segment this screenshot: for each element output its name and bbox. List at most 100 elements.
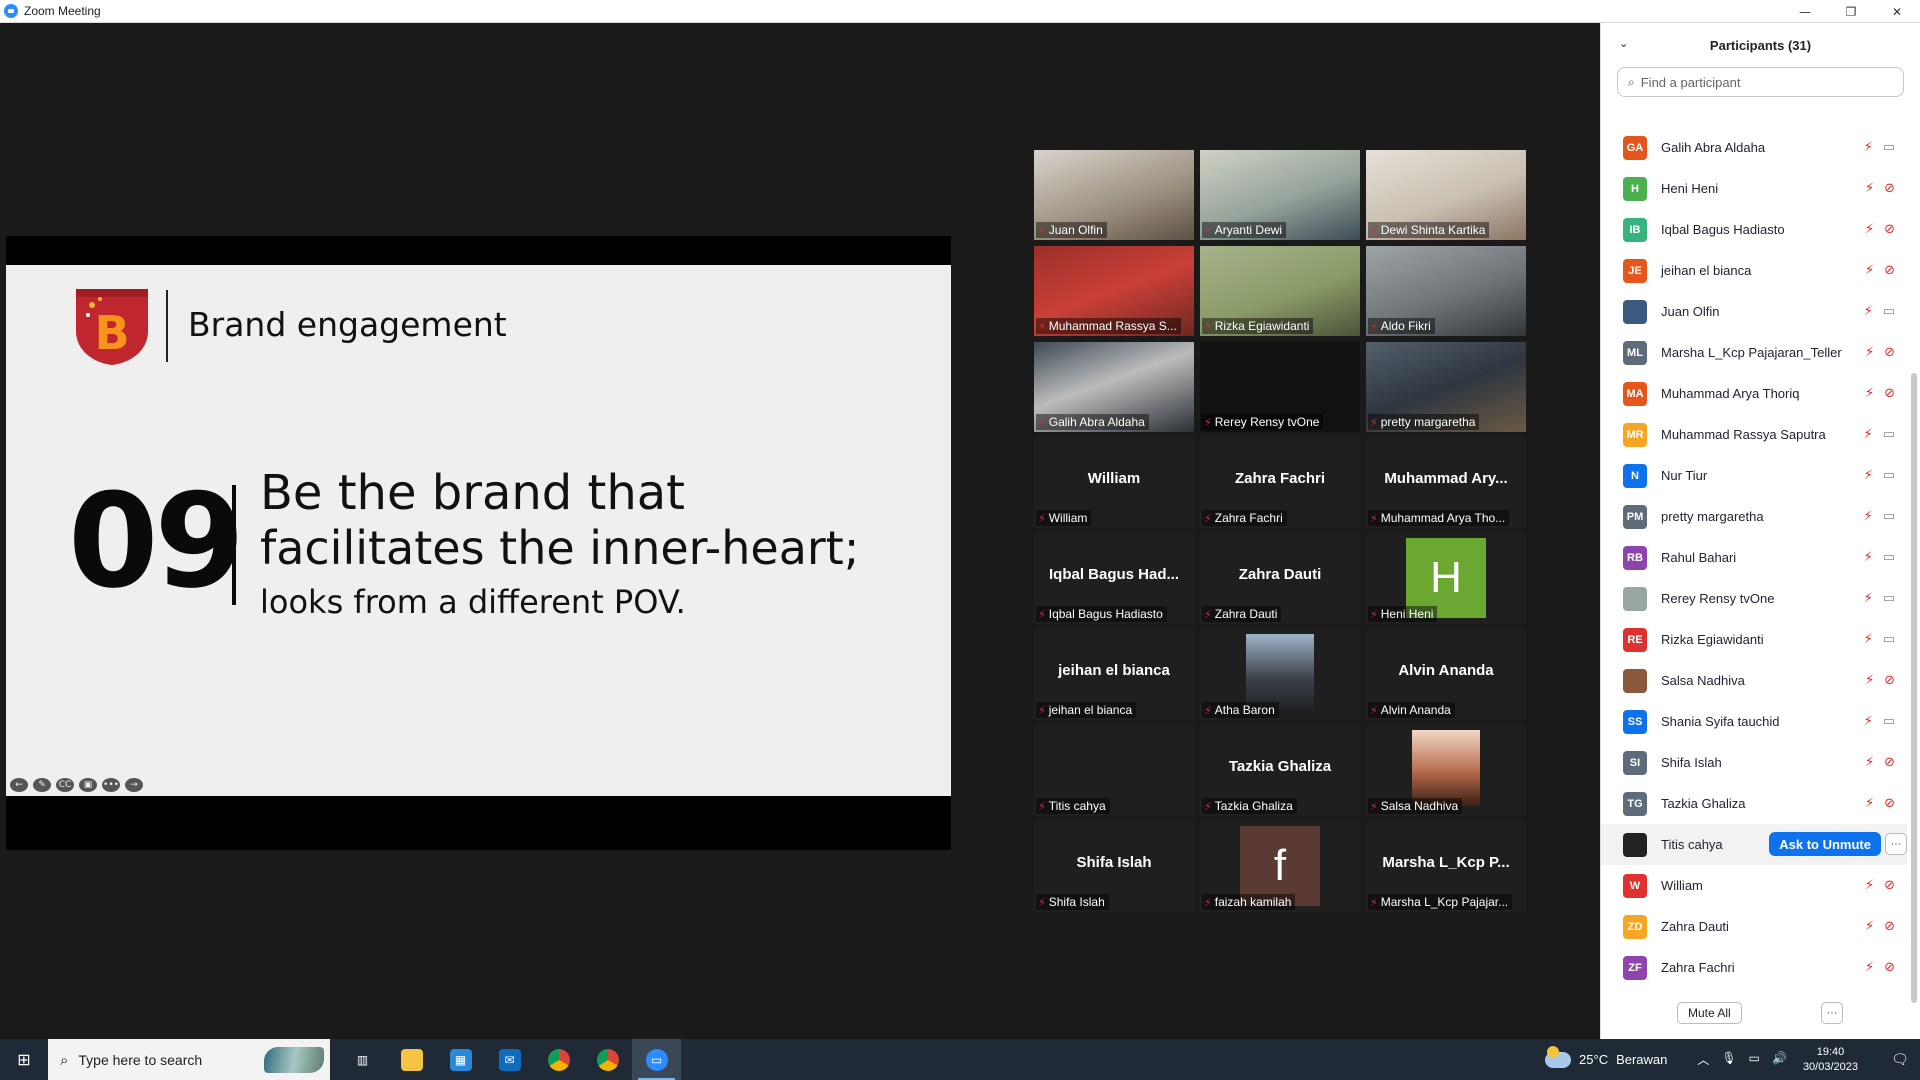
participant-row[interactable]: ZF Zahra Fachri ⚡ ⊘ <box>1601 947 1907 988</box>
participant-row[interactable]: TG Tazkia Ghaliza ⚡ ⊘ <box>1601 783 1907 824</box>
mute-all-button[interactable]: Mute All <box>1677 1002 1742 1024</box>
more-options-icon[interactable]: ••• <box>102 778 120 792</box>
video-tile[interactable]: Iqbal Bagus Had... ⚡ Iqbal Bagus Hadiasto <box>1034 534 1194 624</box>
file-explorer-icon[interactable] <box>387 1039 436 1080</box>
video-tile[interactable]: Tazkia Ghaliza ⚡ Tazkia Ghaliza <box>1200 726 1360 816</box>
muted-mic-icon: ⚡ <box>1863 591 1873 606</box>
zoom-taskbar-icon[interactable]: ▭ <box>632 1039 681 1080</box>
microsoft-store-icon[interactable]: ▦ <box>436 1039 485 1080</box>
close-button[interactable]: ✕ <box>1874 0 1920 23</box>
participant-row[interactable]: Salsa Nadhiva ⚡ ⊘ <box>1601 660 1907 701</box>
participant-row[interactable]: H Heni Heni ⚡ ⊘ <box>1601 168 1907 209</box>
chrome-icon[interactable] <box>534 1039 583 1080</box>
video-tile[interactable]: ⚡ Rerey Rensy tvOne <box>1200 342 1360 432</box>
notification-icon[interactable]: 🗨 <box>1880 1039 1920 1080</box>
volume-icon[interactable]: 🔊 <box>1772 1051 1787 1068</box>
video-tile[interactable]: Shifa Islah ⚡ Shifa Islah <box>1034 822 1194 912</box>
more-options-button[interactable]: ··· <box>1821 1002 1843 1024</box>
participant-search-input[interactable] <box>1640 74 1881 90</box>
next-slide-icon[interactable]: → <box>125 778 143 792</box>
tile-name-label: ⚡ Aldo Fikri <box>1368 318 1435 334</box>
camera-off-icon[interactable]: ▣ <box>79 778 97 792</box>
minimize-button[interactable]: — <box>1782 0 1828 23</box>
video-tile[interactable]: ⚡ Galih Abra Aldaha <box>1034 342 1194 432</box>
participant-row[interactable]: N Nur Tiur ⚡ ▭ <box>1601 455 1907 496</box>
participant-avatar: ZD <box>1623 914 1647 939</box>
tile-label-text: Atha Baron <box>1214 703 1275 717</box>
video-tile[interactable]: Zahra Dauti ⚡ Zahra Dauti <box>1200 534 1360 624</box>
participant-row[interactable]: Rerey Rensy tvOne ⚡ ▭ <box>1601 578 1907 619</box>
participant-row[interactable]: ML Marsha L_Kcp Pajajaran_Teller ⚡ ⊘ <box>1601 332 1907 373</box>
participant-name: Marsha L_Kcp Pajajaran_Teller <box>1661 345 1842 360</box>
participant-row[interactable]: RB Rahul Bahari ⚡ ▭ <box>1601 537 1907 578</box>
participant-avatar: N <box>1623 463 1647 488</box>
chrome-profile-icon[interactable] <box>583 1039 632 1080</box>
clock[interactable]: 19:40 30/03/2023 <box>1803 1045 1858 1075</box>
microphone-icon[interactable]: 🎙 <box>1721 1051 1736 1068</box>
video-tile[interactable]: ⚡ Aldo Fikri <box>1366 246 1526 336</box>
participant-list-scrollbar[interactable] <box>1910 123 1918 1003</box>
participant-row[interactable]: W William ⚡ ⊘ <box>1601 865 1907 906</box>
windows-start-icon[interactable]: ⊞ <box>0 1039 48 1080</box>
video-tile[interactable]: ⚡ Dewi Shinta Kartika <box>1366 150 1526 240</box>
video-tile[interactable]: ⚡ Salsa Nadhiva <box>1366 726 1526 816</box>
participant-row[interactable]: JE jeihan el bianca ⚡ ⊘ <box>1601 250 1907 291</box>
video-tile[interactable]: ⚡ Muhammad Rassya S... <box>1034 246 1194 336</box>
chevron-down-icon[interactable]: ⌄ <box>1619 37 1628 50</box>
participant-status-icons: ⚡ ⊘ <box>1865 755 1895 770</box>
tile-display-name: Tazkia Ghaliza <box>1228 758 1332 775</box>
participants-footer: Mute All ··· <box>1601 989 1920 1039</box>
mail-icon[interactable]: ✉ <box>485 1039 534 1080</box>
video-tile[interactable]: ⚡ Juan Olfin <box>1034 150 1194 240</box>
participant-more-button[interactable]: ··· <box>1885 833 1907 855</box>
video-tile[interactable]: Marsha L_Kcp P... ⚡ Marsha L_Kcp Pajajar..… <box>1366 822 1526 912</box>
video-tile[interactable]: H ⚡ Heni Heni <box>1366 534 1526 624</box>
tile-label-text: Alvin Ananda <box>1380 703 1451 717</box>
scrollbar-thumb[interactable] <box>1911 373 1917 1003</box>
chevron-up-icon[interactable]: ︿ <box>1697 1051 1709 1068</box>
weather-text: Berawan <box>1616 1052 1668 1067</box>
camera-off-icon: ⊘ <box>1884 796 1895 811</box>
participant-row[interactable]: MR Muhammad Rassya Saputra ⚡ ▭ <box>1601 414 1907 455</box>
participant-row[interactable]: GA Galih Abra Aldaha ⚡ ▭ <box>1601 127 1907 168</box>
participant-row[interactable]: Titis cahya Ask to Unmute ··· <box>1601 824 1907 865</box>
network-icon[interactable]: ▭ <box>1749 1051 1760 1068</box>
participant-row[interactable]: SS Shania Syifa tauchid ⚡ ▭ <box>1601 701 1907 742</box>
participant-row[interactable]: Juan Olfin ⚡ ▭ <box>1601 291 1907 332</box>
participant-row[interactable]: IB Iqbal Bagus Hadiasto ⚡ ⊘ <box>1601 209 1907 250</box>
tile-name-label: ⚡ Galih Abra Aldaha <box>1036 414 1149 430</box>
captions-icon[interactable]: CC <box>56 778 74 792</box>
video-tile[interactable]: jeihan el bianca ⚡ jeihan el bianca <box>1034 630 1194 720</box>
video-tile[interactable]: ⚡ Atha Baron <box>1200 630 1360 720</box>
pen-icon[interactable]: ✎ <box>33 778 51 792</box>
participant-row[interactable]: MA Muhammad Arya Thoriq ⚡ ⊘ <box>1601 373 1907 414</box>
video-tile[interactable]: Muhammad Ary... ⚡ Muhammad Arya Tho... <box>1366 438 1526 528</box>
restore-button[interactable]: ❐ <box>1828 0 1874 23</box>
previous-slide-icon[interactable]: ← <box>10 778 28 792</box>
muted-mic-icon: ⚡ <box>1370 799 1378 813</box>
weather-widget[interactable]: 25°C Berawan <box>1545 1045 1668 1068</box>
shared-screen[interactable]: B Brand engagement 09 Be the brand that … <box>6 236 951 850</box>
search-highlight-image <box>264 1047 324 1073</box>
participant-row[interactable]: SI Shifa Islah ⚡ ⊘ <box>1601 742 1907 783</box>
task-view-icon[interactable]: ▥ <box>338 1039 387 1080</box>
video-tile[interactable]: ⚡ pretty margaretha <box>1366 342 1526 432</box>
video-tile[interactable]: ⚡ Titis cahya <box>1034 726 1194 816</box>
video-tile[interactable]: William ⚡ William <box>1034 438 1194 528</box>
video-tile[interactable]: f ⚡ faizah kamilah <box>1200 822 1360 912</box>
video-tile[interactable]: ⚡ Aryanti Dewi <box>1200 150 1360 240</box>
participant-row[interactable]: ZD Zahra Dauti ⚡ ⊘ <box>1601 906 1907 947</box>
participant-row[interactable]: PM pretty margaretha ⚡ ▭ <box>1601 496 1907 537</box>
tile-name-label: ⚡ Shifa Islah <box>1036 894 1109 910</box>
slide-text-line-2: facilitates the inner-heart; <box>260 521 860 575</box>
ask-to-unmute-button[interactable]: Ask to Unmute <box>1769 832 1881 856</box>
participant-search[interactable]: ⌕ <box>1617 67 1904 97</box>
taskbar-search[interactable]: ⌕ Type here to search <box>48 1039 330 1080</box>
video-tile[interactable]: ⚡ Rizka Egiawidanti <box>1200 246 1360 336</box>
video-tile[interactable]: Zahra Fachri ⚡ Zahra Fachri <box>1200 438 1360 528</box>
participant-status-icons: ⚡ ⊘ <box>1865 796 1895 811</box>
tile-name-label: ⚡ Heni Heni <box>1368 606 1438 622</box>
logo-letter: B <box>94 306 129 360</box>
participant-row[interactable]: RE Rizka Egiawidanti ⚡ ▭ <box>1601 619 1907 660</box>
video-tile[interactable]: Alvin Ananda ⚡ Alvin Ananda <box>1366 630 1526 720</box>
